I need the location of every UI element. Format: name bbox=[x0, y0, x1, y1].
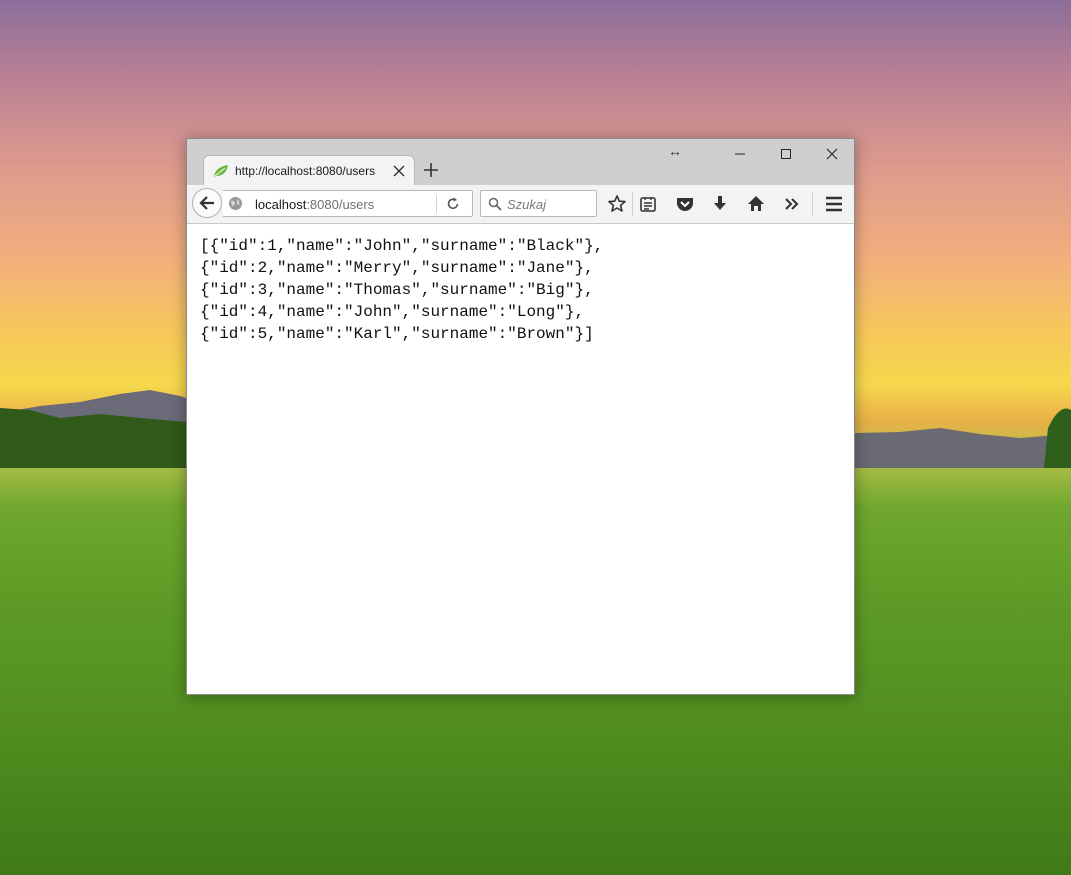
json-line: [{"id":1,"name":"John","surname":"Black"… bbox=[200, 237, 604, 255]
close-icon bbox=[826, 148, 838, 160]
json-line: {"id":2,"name":"Merry","surname":"Jane"}… bbox=[200, 259, 594, 277]
title-bar: http://localhost:8080/users ↔ bbox=[187, 139, 854, 185]
urlbar-divider bbox=[436, 195, 437, 213]
search-bar[interactable]: Szukaj bbox=[480, 190, 597, 217]
maximize-button[interactable] bbox=[763, 139, 809, 169]
url-path: :8080/users bbox=[306, 197, 375, 212]
close-window-button[interactable] bbox=[809, 139, 855, 169]
toolbar-divider bbox=[632, 192, 633, 216]
url-host: localhost bbox=[255, 197, 307, 212]
overflow-icon[interactable] bbox=[782, 194, 802, 214]
reload-icon[interactable] bbox=[445, 196, 461, 212]
minimize-button[interactable] bbox=[717, 139, 763, 169]
tab-title: http://localhost:8080/users bbox=[235, 164, 376, 178]
search-placeholder: Szukaj bbox=[507, 197, 547, 212]
minimize-icon bbox=[735, 153, 745, 155]
tab-close-icon[interactable] bbox=[393, 165, 405, 177]
browser-window: http://localhost:8080/users ↔ localhost:… bbox=[186, 138, 855, 695]
bookmark-star-icon[interactable] bbox=[607, 194, 627, 214]
address-bar[interactable]: localhost:8080/users bbox=[223, 190, 473, 217]
json-line: {"id":3,"name":"Thomas","surname":"Big"}… bbox=[200, 281, 594, 299]
new-tab-plus-icon[interactable] bbox=[424, 163, 438, 177]
url-text: localhost:8080/users bbox=[255, 197, 374, 212]
maximize-icon bbox=[781, 149, 791, 159]
back-arrow-icon bbox=[199, 196, 214, 210]
json-line: {"id":4,"name":"John","surname":"Long"}, bbox=[200, 303, 585, 321]
json-line: {"id":5,"name":"Karl","surname":"Brown"}… bbox=[200, 325, 594, 343]
browser-tab[interactable]: http://localhost:8080/users bbox=[203, 155, 415, 185]
search-icon bbox=[488, 197, 502, 211]
spring-leaf-icon bbox=[214, 165, 228, 177]
home-icon[interactable] bbox=[746, 194, 766, 214]
globe-icon bbox=[229, 197, 242, 210]
back-button[interactable] bbox=[192, 188, 222, 218]
reading-list-icon[interactable] bbox=[638, 194, 658, 214]
pocket-icon[interactable] bbox=[675, 194, 695, 214]
json-response: [{"id":1,"name":"John","surname":"Black"… bbox=[200, 235, 603, 345]
download-icon[interactable] bbox=[710, 194, 730, 214]
navigation-toolbar: localhost:8080/users Szukaj bbox=[187, 185, 854, 224]
hamburger-menu-icon[interactable] bbox=[824, 194, 844, 214]
resize-cursor-icon: ↔ bbox=[668, 143, 682, 159]
page-content: [{"id":1,"name":"John","surname":"Black"… bbox=[187, 224, 854, 694]
toolbar-divider bbox=[812, 192, 813, 216]
